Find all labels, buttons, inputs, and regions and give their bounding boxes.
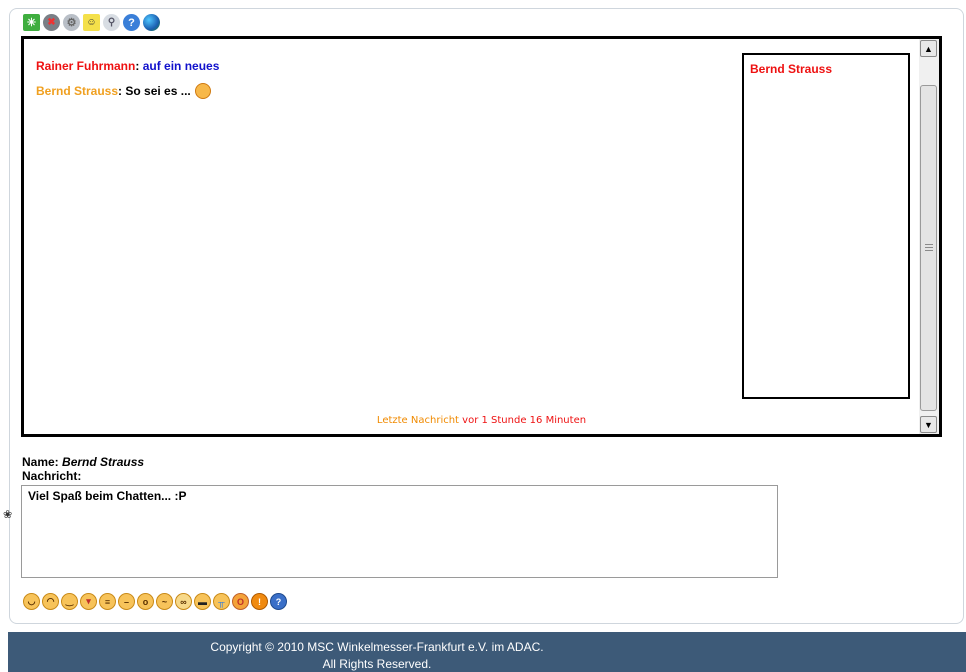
chat-message: Bernd Strauss: So sei es ... xyxy=(36,83,736,99)
status-prefix: Letzte Nachricht xyxy=(376,415,459,426)
settings-icon[interactable]: ⚙ xyxy=(63,14,80,31)
message-input[interactable]: Viel Spaß beim Chatten... :P xyxy=(21,485,778,578)
name-row: Name: Bernd Strauss xyxy=(22,455,144,469)
message-separator: : xyxy=(118,84,123,98)
name-value: Bernd Strauss xyxy=(62,455,145,469)
scroll-thumb[interactable] xyxy=(920,85,937,411)
refresh-icon[interactable]: ✳ xyxy=(23,14,40,31)
grin-icon[interactable]: ≡ xyxy=(99,593,116,610)
help-icon[interactable]: ? xyxy=(123,14,140,31)
footer: Copyright © 2010 MSC Winkelmesser-Frankf… xyxy=(8,632,966,672)
nerd-icon[interactable]: ∞ xyxy=(175,593,192,610)
neutral-icon[interactable]: – xyxy=(118,593,135,610)
chat-window: Rainer Fuhrmann: auf ein neues Bernd Str… xyxy=(21,36,942,437)
scroll-up-button[interactable]: ▲ xyxy=(920,40,937,57)
message-text: So sei es ... xyxy=(125,84,191,98)
confused-icon[interactable]: ~ xyxy=(156,593,173,610)
message-separator: : xyxy=(135,59,140,73)
online-users-list: Bernd Strauss xyxy=(742,53,910,399)
name-label: Name: xyxy=(22,455,59,469)
message-user[interactable]: Rainer Fuhrmann xyxy=(36,59,135,73)
users-icon[interactable]: ⚲ xyxy=(103,14,120,31)
globe-icon[interactable] xyxy=(143,14,160,31)
message-list: Rainer Fuhrmann: auf ein neues Bernd Str… xyxy=(36,59,736,109)
emoticon-icon[interactable]: ☺ xyxy=(83,14,100,31)
toolbar: ✳ ✖ ⚙ ☺ ⚲ ? xyxy=(23,14,160,34)
chat-message: Rainer Fuhrmann: auf ein neues xyxy=(36,59,736,73)
grin-smiley-icon xyxy=(194,83,211,99)
grip-icon xyxy=(925,244,933,253)
message-label: Nachricht: xyxy=(22,469,82,483)
message-user[interactable]: Bernd Strauss xyxy=(36,84,118,98)
online-user[interactable]: Bernd Strauss xyxy=(744,55,908,76)
surprised-icon[interactable]: o xyxy=(137,593,154,610)
cool-icon[interactable]: ▬ xyxy=(194,593,211,610)
shout-icon[interactable]: O xyxy=(232,593,249,610)
chat-scrollbar[interactable]: ▲ ▼ xyxy=(919,39,939,434)
block-icon[interactable]: ✖ xyxy=(43,14,60,31)
help-emoticon-icon[interactable]: ? xyxy=(270,593,287,610)
copyright-text: Copyright © 2010 MSC Winkelmesser-Frankf… xyxy=(210,640,544,654)
tongue-icon[interactable]: ▾ xyxy=(80,593,97,610)
wink-icon[interactable]: ‿ xyxy=(61,593,78,610)
emoticon-bar: ◡ ◠ ‿ ▾ ≡ – o ~ ∞ ▬ ╥ O ! ? xyxy=(23,593,287,610)
smile-icon[interactable]: ◡ xyxy=(23,593,40,610)
cry-icon[interactable]: ╥ xyxy=(213,593,230,610)
last-message-status: Letzte Nachricht vor 1 Stunde 16 Minuten xyxy=(24,415,939,426)
rights-text: All Rights Reserved. xyxy=(322,657,432,671)
resize-icon: ❀ xyxy=(3,509,13,521)
sad-icon[interactable]: ◠ xyxy=(42,593,59,610)
alert-icon[interactable]: ! xyxy=(251,593,268,610)
message-text: auf ein neues xyxy=(142,59,220,73)
status-time: vor 1 Stunde 16 Minuten xyxy=(462,415,587,426)
